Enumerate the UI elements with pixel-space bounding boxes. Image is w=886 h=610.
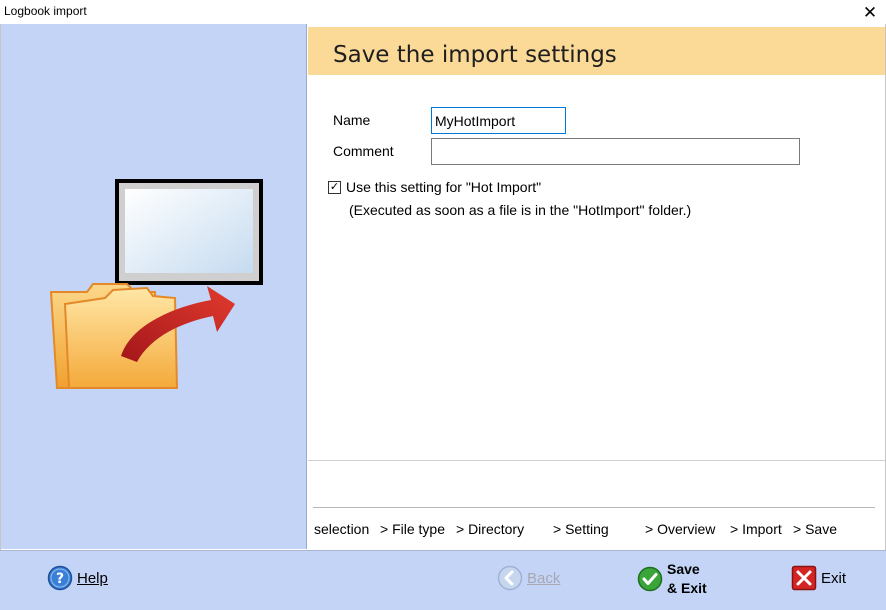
divider [308,460,885,461]
hot-import-label: Use this setting for "Hot Import" [346,179,542,195]
name-input[interactable] [431,107,566,134]
content-panel: Save the import settings Name Comment ✓ … [308,24,885,549]
help-question-icon: ? [47,565,73,591]
step-import: > Import [730,521,782,537]
help-button[interactable]: ? Help [47,565,108,591]
comment-label: Comment [333,143,394,159]
page-title: Save the import settings [333,42,617,68]
folder-to-monitor-arrow-icon [49,179,263,389]
help-label: Help [77,569,108,587]
button-bar: ? Help Back Save & Exit Exit [0,550,886,610]
step-setting: > Setting [553,521,609,537]
save-exit-label: & Exit [667,580,707,596]
step-save: > Save [793,521,837,537]
exit-label: Exit [821,569,847,587]
illustration-panel [1,24,307,549]
divider [313,507,875,508]
save-exit-button[interactable]: Save & Exit [637,560,707,598]
back-label: Back [527,569,561,587]
step-directory: > Directory [456,521,525,537]
hot-import-option[interactable]: ✓ Use this setting for "Hot Import" [328,179,541,195]
step-selection: selection [314,521,370,537]
step-file-type: > File type [380,521,445,537]
svg-text:?: ? [56,571,64,587]
back-arrow-icon [497,565,523,591]
header-band: Save the import settings [308,27,885,75]
back-button[interactable]: Back [497,565,560,591]
exit-button[interactable]: Exit [791,565,846,591]
save-label: Save [667,561,700,577]
hot-import-checkbox[interactable]: ✓ [328,180,341,194]
hot-import-note: (Executed as soon as a file is in the "H… [349,202,692,218]
exit-x-icon [791,565,817,591]
checkmark-icon [637,566,663,592]
close-icon[interactable]: ✕ [854,0,886,24]
step-overview: > Overview [645,521,716,537]
window-title: Logbook import [4,4,87,18]
title-bar: Logbook import ✕ [0,0,886,24]
comment-input[interactable] [431,138,800,165]
name-label: Name [333,112,371,128]
